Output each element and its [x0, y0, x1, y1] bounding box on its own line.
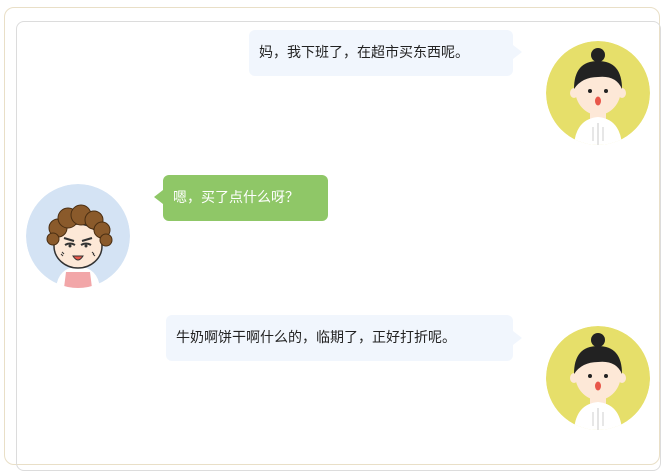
- daughter-avatar-icon: [546, 41, 650, 145]
- message-tail-3: [513, 331, 522, 345]
- message-bubble-2: 嗯，买了点什么呀？: [163, 175, 328, 221]
- mother-avatar: [26, 184, 130, 288]
- message-text-3: 牛奶啊饼干啊什么的，临期了，正好打折呢。: [176, 330, 456, 346]
- daughter-avatar-icon: [546, 326, 650, 430]
- daughter-avatar-1: [546, 41, 650, 145]
- message-text-2: 嗯，买了点什么呀？: [173, 190, 299, 206]
- message-bubble-1: 妈，我下班了，在超市买东西呢。: [249, 30, 513, 76]
- message-bubble-3: 牛奶啊饼干啊什么的，临期了，正好打折呢。: [166, 315, 513, 361]
- message-tail-2: [154, 190, 163, 204]
- message-text-1: 妈，我下班了，在超市买东西呢。: [259, 45, 469, 61]
- message-tail-1: [513, 45, 522, 59]
- mother-avatar-icon: [26, 184, 130, 288]
- daughter-avatar-2: [546, 326, 650, 430]
